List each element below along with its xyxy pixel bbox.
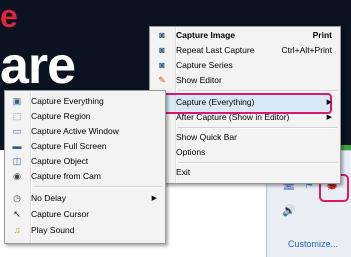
monitor-icon: ▬: [12, 141, 22, 151]
menu-item-shortcut: Ctrl+Alt+Print: [281, 45, 332, 55]
context-menu: ◙ Capture Image Print ◙ Repeat Last Capt…: [149, 26, 341, 184]
camera-icon: ◙: [159, 30, 165, 40]
menu-item-label: Capture Full Screen: [31, 141, 107, 151]
menu-item-after-capture[interactable]: ✎ After Capture (Show in Editor) ▶: [150, 110, 340, 125]
menu-item-label: Capture from Cam: [31, 171, 101, 181]
submenu-item-capture-active-window[interactable]: ▭ Capture Active Window: [5, 124, 165, 139]
menu-item-label: Capture Object: [31, 156, 89, 166]
menu-item-show-quick-bar[interactable]: ▤ Show Quick Bar: [150, 130, 340, 145]
submenu-item-capture-full-screen[interactable]: ▬ Capture Full Screen: [5, 139, 165, 154]
submenu-item-capture-from-cam[interactable]: ◉ Capture from Cam: [5, 169, 165, 184]
customize-link[interactable]: Customize...: [288, 239, 338, 249]
menu-item-label: Repeat Last Capture: [176, 45, 255, 55]
menu-item-label: Capture (Everything): [176, 97, 255, 107]
capture-everything-icon: ▣: [12, 96, 22, 106]
submenu-arrow-icon: ▶: [151, 195, 157, 202]
logo-word: are: [0, 37, 76, 95]
window-icon: ▭: [12, 126, 22, 136]
menu-item-shortcut: Print: [312, 30, 332, 40]
logo-letter: e: [0, 0, 18, 34]
menu-item-repeat-last-capture[interactable]: ◙ Repeat Last Capture Ctrl+Alt+Print: [150, 43, 340, 58]
menu-item-label: Show Quick Bar: [176, 132, 237, 142]
menu-separator: [178, 90, 337, 92]
webcam-icon: ◉: [13, 171, 21, 181]
menu-item-label: Capture Cursor: [31, 209, 90, 219]
submenu-item-play-sound[interactable]: ♫ Play Sound: [5, 223, 165, 238]
menu-item-show-editor[interactable]: ✎ Show Editor: [150, 73, 340, 88]
menu-item-label: Show Editor: [176, 75, 222, 85]
submenu-item-capture-cursor[interactable]: ↖ Capture Cursor: [5, 207, 165, 222]
submenu-item-no-delay[interactable]: ◷ No Delay ▶: [5, 191, 165, 206]
menu-item-label: Capture Region: [31, 111, 91, 121]
submenu-arrow-icon: ▶: [326, 114, 332, 121]
menu-item-label: Capture Image: [176, 30, 236, 40]
capture-submenu: ▣ Capture Everything ⬚ Capture Region ▭ …: [4, 90, 166, 244]
menu-item-label: Exit: [176, 167, 191, 177]
repeat-camera-icon: ◙: [159, 45, 165, 55]
menu-item-exit[interactable]: Exit: [150, 165, 340, 180]
submenu-arrow-icon: ▶: [326, 99, 332, 106]
menu-separator: [178, 127, 337, 129]
menu-item-label: Options: [176, 147, 206, 157]
menu-item-capture-series[interactable]: ◙ Capture Series: [150, 58, 340, 73]
menu-item-capture-everything[interactable]: ▣ Capture (Everything) ▶: [150, 95, 340, 110]
cursor-icon: ↖: [13, 209, 21, 219]
editor-icon: ✎: [158, 75, 166, 85]
menu-item-label: No Delay: [31, 193, 66, 203]
camera-series-icon: ◙: [159, 60, 165, 70]
menu-item-label: Play Sound: [31, 225, 75, 235]
clock-icon: ◷: [13, 193, 21, 203]
menu-item-capture-image[interactable]: ◙ Capture Image Print: [150, 28, 340, 43]
menu-separator: [33, 186, 162, 188]
object-icon: ◫: [12, 156, 22, 166]
menu-separator: [178, 162, 337, 164]
speaker-icon[interactable]: 🔊: [282, 204, 296, 218]
menu-item-label: Capture Active Window: [31, 126, 119, 136]
menu-item-label: Capture Series: [176, 60, 233, 70]
region-icon: ⬚: [12, 111, 22, 121]
menu-item-label: Capture Everything: [31, 96, 104, 106]
submenu-item-capture-region[interactable]: ⬚ Capture Region: [5, 109, 165, 124]
submenu-item-capture-object[interactable]: ◫ Capture Object: [5, 154, 165, 169]
menu-item-options[interactable]: ▦ Options: [150, 145, 340, 160]
menu-item-label: After Capture (Show in Editor): [176, 112, 290, 122]
music-icon: ♫: [13, 225, 21, 235]
submenu-item-capture-everything[interactable]: ▣ Capture Everything: [5, 94, 165, 109]
